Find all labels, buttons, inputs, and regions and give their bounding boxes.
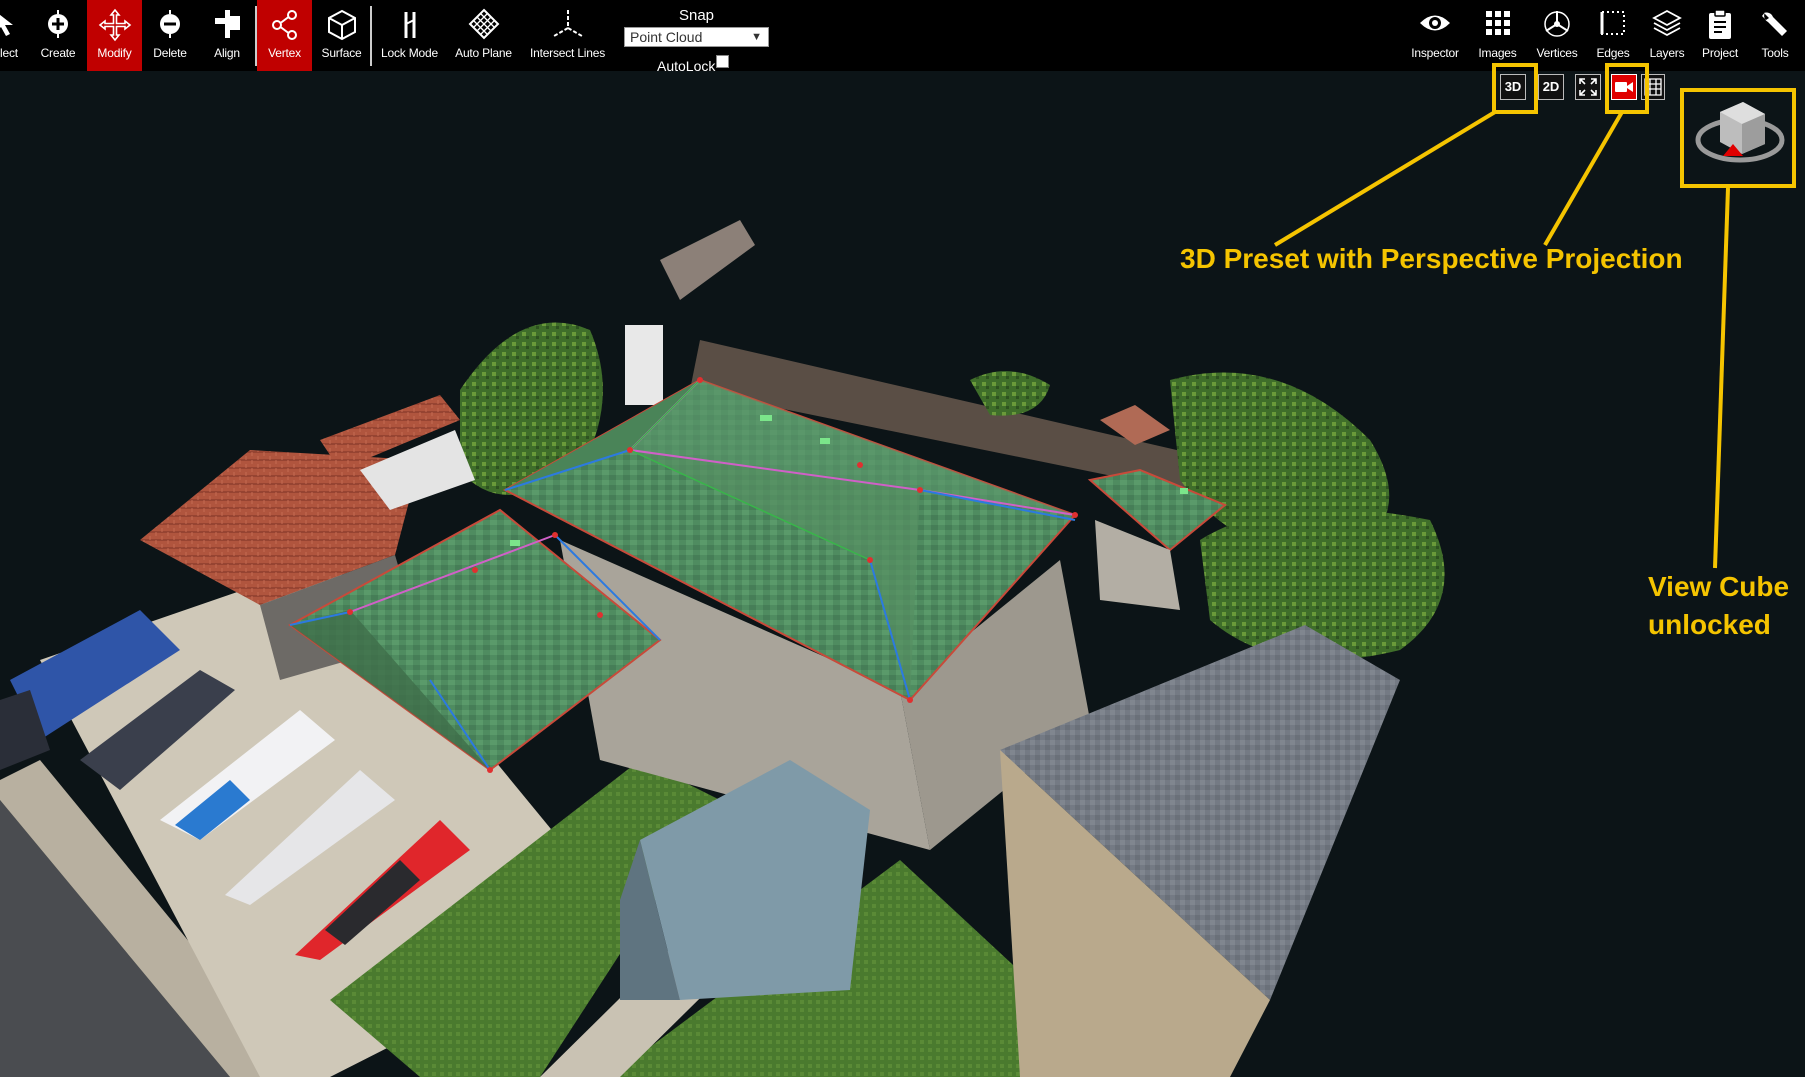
inspector-panel-button[interactable]: Inspector (1405, 0, 1465, 71)
intersect-lines-icon (553, 10, 582, 37)
annotation-3d-preset: 3D Preset with Perspective Projection (1180, 243, 1683, 274)
view-3d-button[interactable]: 3D (1500, 74, 1526, 100)
tools-panel-button[interactable]: Tools (1750, 0, 1800, 71)
fullscreen-icon (1579, 78, 1597, 96)
tools-label: Tools (1761, 46, 1789, 60)
select-tool-button[interactable]: lect (0, 0, 28, 71)
chevron-down-icon: ▼ (751, 31, 762, 43)
intersect-lines-tool-label: Intersect Lines (529, 46, 606, 60)
autolock-checkbox[interactable] (716, 55, 730, 68)
edges-icon (1600, 11, 1625, 35)
vertices-label: Vertices (1536, 46, 1578, 60)
grid-toggle-button[interactable] (1641, 74, 1665, 100)
auto-plane-tool-button[interactable]: Auto Plane (450, 0, 517, 71)
layers-panel-button[interactable]: Layers (1642, 0, 1692, 71)
edges-label: Edges (1596, 46, 1630, 60)
surface-cube-icon (327, 9, 356, 41)
layers-label: Layers (1649, 46, 1685, 60)
3d-viewport[interactable] (0, 71, 1805, 1077)
lock-mode-icon (404, 12, 415, 38)
annotation-view-cube-line2: unlocked (1648, 609, 1771, 640)
align-icon (215, 10, 240, 38)
delete-minus-icon (160, 10, 180, 38)
snap-label: Snap (678, 7, 715, 24)
vertex-tool-label: Vertex (268, 46, 301, 60)
eye-icon (1420, 15, 1450, 31)
images-label: Images (1478, 46, 1517, 60)
select-tool-label: lect (0, 46, 18, 60)
images-panel-button[interactable]: Images (1470, 0, 1525, 71)
snap-select[interactable]: Point Cloud ▼ (624, 27, 769, 47)
clipboard-icon (1709, 9, 1731, 39)
modify-tool-label: Modify (97, 46, 132, 60)
grid-table-icon (1644, 78, 1662, 96)
modify-move-icon (98, 8, 131, 42)
align-tool-button[interactable]: Align (201, 0, 253, 71)
chimney (625, 325, 663, 405)
create-tool-label: Create (40, 46, 76, 60)
vertices-panel-button[interactable]: Vertices (1527, 0, 1587, 71)
modify-tool-button[interactable]: Modify (87, 0, 142, 71)
snap-select-value: Point Cloud (630, 29, 703, 45)
lock-mode-tool-label: Lock Mode (381, 46, 438, 60)
wrench-icon (1762, 11, 1787, 36)
create-plus-icon (48, 10, 68, 38)
align-tool-label: Align (214, 46, 240, 60)
delete-tool-button[interactable]: Delete (145, 0, 195, 71)
vertices-icon (1544, 11, 1570, 37)
edges-panel-button[interactable]: Edges (1588, 0, 1638, 71)
delete-tool-label: Delete (153, 46, 187, 60)
surface-tool-label: Surface (321, 46, 362, 60)
view-cube[interactable] (1685, 92, 1795, 178)
point-cloud-scene (0, 110, 1730, 1077)
fullscreen-button[interactable] (1575, 74, 1601, 100)
auto-plane-tool-label: Auto Plane (455, 46, 512, 60)
video-camera-icon (1615, 82, 1633, 92)
intersect-lines-tool-button[interactable]: Intersect Lines (525, 0, 610, 71)
lock-mode-tool-button[interactable]: Lock Mode (377, 0, 442, 71)
view-2d-button[interactable]: 2D (1538, 74, 1564, 100)
grid-icon (1485, 11, 1510, 35)
inspector-label: Inspector (1411, 46, 1459, 60)
main-toolbar: lect Create Modify Delete Align Vertex S… (0, 0, 1805, 74)
vertex-share-icon (271, 10, 297, 40)
vertex-tool-button[interactable]: Vertex (257, 0, 312, 71)
project-label: Project (1702, 46, 1738, 60)
auto-plane-icon (468, 8, 499, 40)
toolbar-divider (370, 6, 372, 66)
perspective-camera-button[interactable] (1611, 74, 1637, 100)
surface-tool-button[interactable]: Surface (314, 0, 369, 71)
project-panel-button[interactable]: Project (1695, 0, 1745, 71)
create-tool-button[interactable]: Create (33, 0, 83, 71)
select-arrow-icon (0, 14, 13, 36)
annotation-view-cube-line1: View Cube (1648, 571, 1790, 602)
layers-icon (1652, 9, 1682, 37)
roof-antenna (660, 220, 755, 300)
